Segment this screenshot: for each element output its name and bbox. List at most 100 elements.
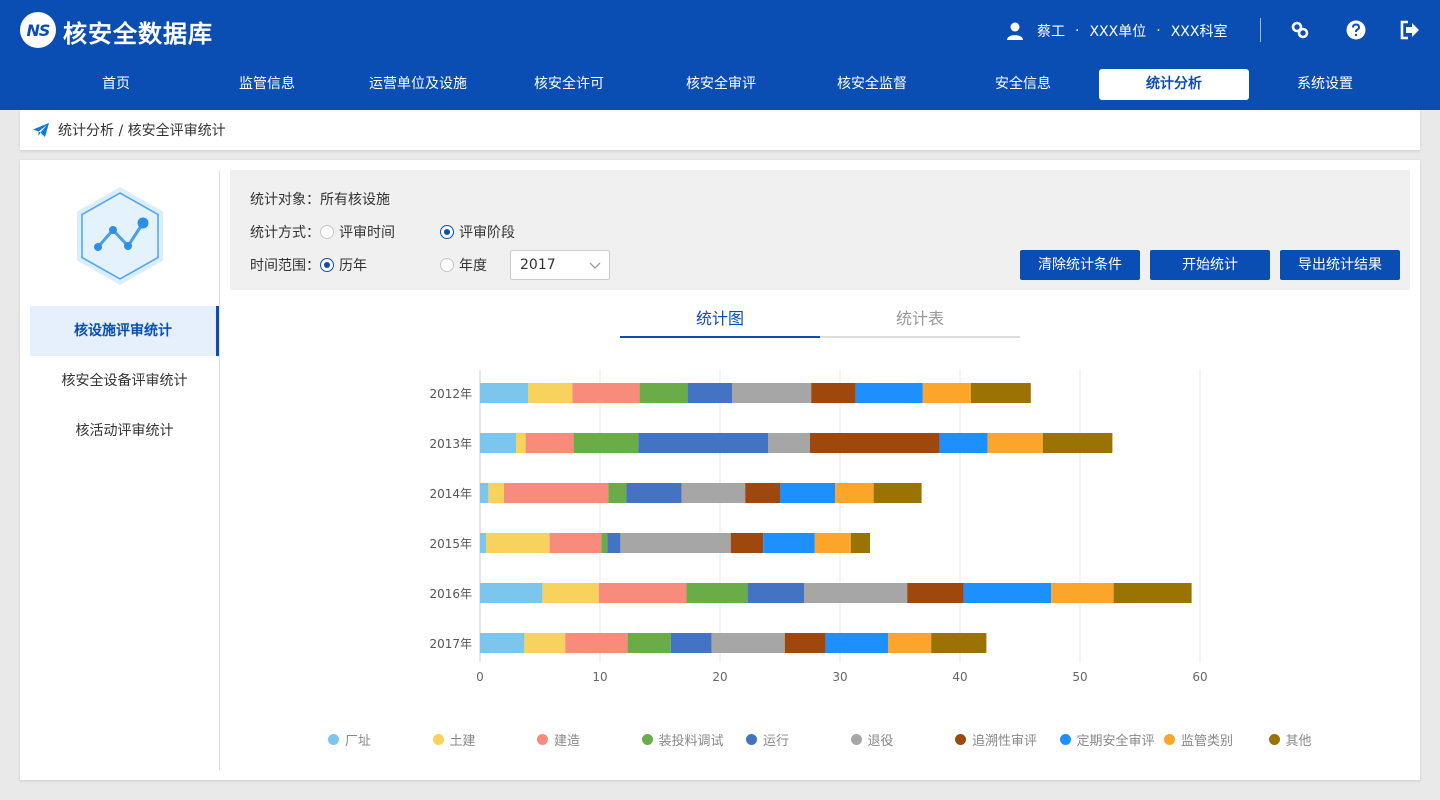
x-tick-label: 0: [476, 670, 484, 684]
bar-segment: [608, 483, 627, 503]
bar-segment: [768, 433, 810, 453]
nav-item-safety-info[interactable]: 安全信息: [948, 69, 1098, 100]
bar-segment: [780, 483, 836, 503]
bar-segment: [598, 583, 687, 603]
x-tick-label: 30: [832, 670, 847, 684]
link-icon[interactable]: [1289, 19, 1311, 41]
y-category-label: 2015年: [429, 537, 472, 551]
bar-segment: [480, 433, 516, 453]
nav-item-supervision-info[interactable]: 监管信息: [192, 69, 342, 100]
separator-dot: ·: [1075, 23, 1080, 39]
bar-segment: [784, 633, 826, 653]
bar-segment: [810, 433, 940, 453]
nav-item-license[interactable]: 核安全许可: [494, 69, 644, 100]
bar-segment: [525, 433, 574, 453]
bar-segment: [711, 633, 785, 653]
legend-swatch: [432, 733, 444, 745]
bar-segment: [1051, 583, 1114, 603]
legend-swatch: [537, 733, 548, 745]
bar-segment: [922, 383, 971, 403]
bar-segment: [850, 533, 870, 553]
bar-segment: [480, 383, 528, 403]
legend-swatch: [746, 733, 757, 745]
bar-segment: [987, 433, 1043, 453]
bar-segment: [524, 633, 566, 653]
top-header: NS 核安全数据库 蔡工 · XXX单位 · XXX科室 首页 监管信息 运营单…: [0, 0, 1440, 110]
x-tick-label: 20: [712, 670, 727, 684]
logout-icon[interactable]: [1399, 19, 1421, 41]
nav-item-inspection[interactable]: 核安全监督: [797, 69, 947, 100]
x-tick-label: 40: [952, 670, 967, 684]
legend-label: 追溯性审评: [972, 733, 1038, 749]
legend-item[interactable]: 其他: [1268, 730, 1312, 749]
bar-segment: [931, 633, 987, 653]
header-divider: [1260, 18, 1261, 42]
bar-segment: [730, 533, 764, 553]
legend-item[interactable]: 退役: [850, 730, 894, 749]
bar-segment: [542, 583, 599, 603]
y-category-label: 2012年: [429, 387, 472, 401]
paper-plane-icon: [33, 123, 49, 137]
bar-segment: [601, 533, 608, 553]
bar-segment: [686, 583, 748, 603]
legend-swatch: [1164, 733, 1175, 745]
bar-segment: [939, 433, 988, 453]
bar-segment: [565, 633, 628, 653]
bar-segment: [811, 383, 856, 403]
legend-label: 退役: [867, 733, 894, 749]
y-category-label: 2016年: [429, 587, 472, 601]
bar-segment: [825, 633, 888, 653]
bar-segment: [814, 533, 851, 553]
nav-item-settings[interactable]: 系统设置: [1250, 69, 1400, 100]
bar-segment: [573, 433, 639, 453]
bar-segment: [486, 533, 550, 553]
bar-segment: [480, 483, 489, 503]
legend-label: 定期安全审评: [1076, 733, 1155, 749]
legend-item[interactable]: 监管类别: [1164, 730, 1234, 749]
legend-label: 运行: [763, 733, 790, 749]
main-nav: 首页 监管信息 运营单位及设施 核安全许可 核安全审评 核安全监督 安全信息 统…: [40, 69, 1400, 101]
nav-item-operators[interactable]: 运营单位及设施: [343, 69, 493, 100]
legend-label: 建造: [554, 733, 581, 749]
legend-item[interactable]: 装投料调试: [641, 730, 724, 749]
legend-item[interactable]: 追溯性审评: [955, 730, 1038, 749]
bar-segment: [835, 483, 874, 503]
nav-item-review[interactable]: 核安全审评: [646, 69, 796, 100]
legend-swatch: [1268, 733, 1280, 745]
help-icon[interactable]: [1345, 19, 1367, 41]
breadcrumb-text: 统计分析 / 核安全评审统计: [58, 123, 226, 139]
user-info[interactable]: 蔡工 · XXX单位 · XXX科室: [1005, 19, 1227, 43]
legend-swatch: [1059, 733, 1071, 745]
app-logo[interactable]: NS: [20, 12, 56, 48]
bar-segment: [607, 533, 621, 553]
legend-swatch: [850, 733, 862, 745]
legend-label: 土建: [449, 733, 476, 749]
legend-item[interactable]: 厂址: [328, 730, 372, 749]
bar-segment: [480, 633, 525, 653]
bar-segment: [1113, 583, 1192, 603]
bar-segment: [804, 583, 908, 603]
bar-segment: [763, 533, 815, 553]
bar-segment: [970, 383, 1031, 403]
logo-text: NS: [26, 20, 51, 40]
legend-item[interactable]: 土建: [432, 730, 476, 749]
legend-label: 厂址: [345, 733, 372, 749]
main-panel: 核设施评审统计 核安全设备评审统计 核活动评审统计 统计对象： 所有核设施 统计…: [20, 160, 1420, 780]
legend-item[interactable]: 运行: [746, 730, 790, 749]
bar-segment: [963, 583, 1052, 603]
legend-label: 其他: [1285, 733, 1312, 749]
user-icon: [1007, 22, 1023, 40]
bar-segment: [627, 633, 671, 653]
nav-item-statistics[interactable]: 统计分析: [1099, 69, 1249, 100]
bar-segment: [681, 483, 746, 503]
legend-item[interactable]: 定期安全审评: [1059, 730, 1155, 749]
legend-item[interactable]: 建造: [537, 730, 581, 749]
legend-label: 监管类别: [1181, 733, 1234, 749]
bar-segment: [572, 383, 640, 403]
bar-segment: [855, 383, 923, 403]
bar-segment: [626, 483, 682, 503]
bar-segment: [549, 533, 602, 553]
x-tick-label: 60: [1192, 670, 1207, 684]
user-name: 蔡工: [1037, 24, 1065, 40]
nav-item-home[interactable]: 首页: [41, 69, 191, 100]
